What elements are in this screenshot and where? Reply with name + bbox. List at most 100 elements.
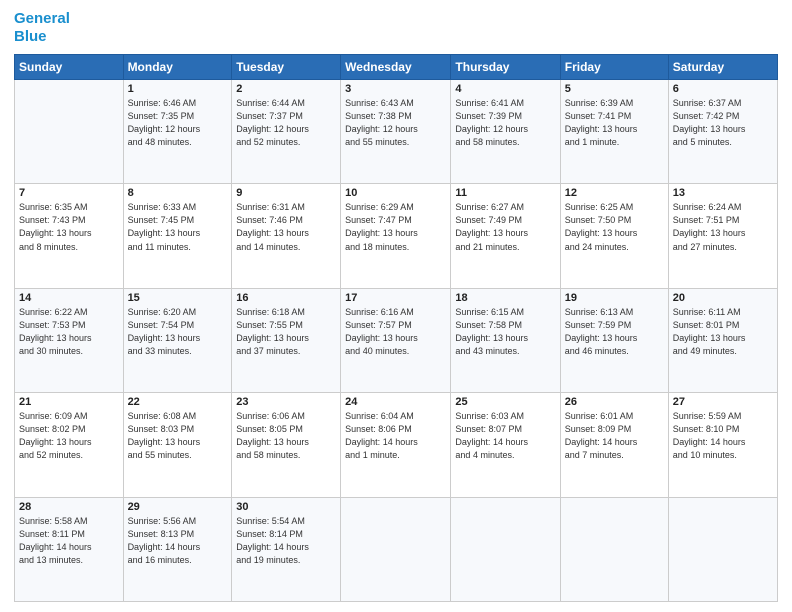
- day-info: Sunrise: 6:09 AMSunset: 8:02 PMDaylight:…: [19, 410, 119, 462]
- weekday-header-monday: Monday: [123, 55, 232, 80]
- day-number: 17: [345, 292, 446, 304]
- day-number: 25: [455, 396, 555, 408]
- weekday-header-saturday: Saturday: [668, 55, 777, 80]
- day-cell: 19 Sunrise: 6:13 AMSunset: 7:59 PMDayligh…: [560, 288, 668, 392]
- day-number: 27: [673, 396, 773, 408]
- day-number: 18: [455, 292, 555, 304]
- day-cell: 13 Sunrise: 6:24 AMSunset: 7:51 PMDayligh…: [668, 184, 777, 288]
- day-cell: 20Sunrise: 6:11 AMSunset: 8:01 PMDayligh…: [668, 288, 777, 392]
- day-info: Sunrise: 6:22 AMSunset: 7:53 PMDaylight:…: [19, 306, 119, 358]
- day-cell: 4Sunrise: 6:41 AMSunset: 7:39 PMDaylight…: [451, 80, 560, 184]
- day-number: 30: [236, 501, 336, 513]
- page: General Blue GeneralBlue SundayMondayTue…: [0, 0, 792, 612]
- weekday-header-row: SundayMondayTuesdayWednesdayThursdayFrid…: [15, 55, 778, 80]
- weekday-header-thursday: Thursday: [451, 55, 560, 80]
- day-info: Sunrise: 6:25 AMSunset: 7:50 PMDaylight:…: [565, 201, 664, 253]
- day-number: 14: [19, 292, 119, 304]
- day-number: 6: [673, 83, 773, 95]
- day-number: 28: [19, 501, 119, 513]
- week-row-1: 1 Sunrise: 6:46 AMSunset: 7:35 PMDaylight…: [15, 80, 778, 184]
- day-info: Sunrise: 6:18 AMSunset: 7:55 PMDaylight:…: [236, 306, 336, 358]
- header: General Blue GeneralBlue: [14, 10, 778, 46]
- day-cell: 22Sunrise: 6:08 AMSunset: 8:03 PMDayligh…: [123, 393, 232, 497]
- day-cell: [15, 80, 124, 184]
- day-info: Sunrise: 6:06 AMSunset: 8:05 PMDaylight:…: [236, 410, 336, 462]
- day-number: 10: [345, 187, 446, 199]
- day-number: 22: [128, 396, 228, 408]
- day-info: Sunrise: 6:39 AMSunset: 7:41 PMDaylight:…: [565, 97, 664, 149]
- week-row-3: 14 Sunrise: 6:22 AMSunset: 7:53 PMDayligh…: [15, 288, 778, 392]
- day-cell: 27 Sunrise: 5:59 AMSunset: 8:10 PMDayligh…: [668, 393, 777, 497]
- calendar-table: SundayMondayTuesdayWednesdayThursdayFrid…: [14, 54, 778, 602]
- day-cell: [451, 497, 560, 601]
- day-number: 13: [673, 187, 773, 199]
- day-cell: [341, 497, 451, 601]
- day-number: 8: [128, 187, 228, 199]
- day-cell: 1 Sunrise: 6:46 AMSunset: 7:35 PMDaylight…: [123, 80, 232, 184]
- day-cell: 7 Sunrise: 6:35 AMSunset: 7:43 PMDaylight…: [15, 184, 124, 288]
- day-number: 7: [19, 187, 119, 199]
- day-number: 24: [345, 396, 446, 408]
- day-number: 2: [236, 83, 336, 95]
- weekday-header-wednesday: Wednesday: [341, 55, 451, 80]
- day-number: 9: [236, 187, 336, 199]
- day-info: Sunrise: 6:35 AMSunset: 7:43 PMDaylight:…: [19, 201, 119, 253]
- day-cell: 8Sunrise: 6:33 AMSunset: 7:45 PMDaylight…: [123, 184, 232, 288]
- day-info: Sunrise: 5:54 AMSunset: 8:14 PMDaylight:…: [236, 515, 336, 567]
- day-info: Sunrise: 6:27 AMSunset: 7:49 PMDaylight:…: [455, 201, 555, 253]
- day-info: Sunrise: 6:04 AMSunset: 8:06 PMDaylight:…: [345, 410, 446, 462]
- day-cell: 29 Sunrise: 5:56 AMSunset: 8:13 PMDayligh…: [123, 497, 232, 601]
- day-cell: 12 Sunrise: 6:25 AMSunset: 7:50 PMDayligh…: [560, 184, 668, 288]
- day-cell: 26 Sunrise: 6:01 AMSunset: 8:09 PMDayligh…: [560, 393, 668, 497]
- day-info: Sunrise: 5:59 AMSunset: 8:10 PMDaylight:…: [673, 410, 773, 462]
- day-number: 29: [128, 501, 228, 513]
- day-cell: 3Sunrise: 6:43 AMSunset: 7:38 PMDaylight…: [341, 80, 451, 184]
- day-number: 5: [565, 83, 664, 95]
- day-number: 23: [236, 396, 336, 408]
- day-info: Sunrise: 6:29 AMSunset: 7:47 PMDaylight:…: [345, 201, 446, 253]
- day-info: Sunrise: 6:20 AMSunset: 7:54 PMDaylight:…: [128, 306, 228, 358]
- weekday-header-friday: Friday: [560, 55, 668, 80]
- day-cell: 16 Sunrise: 6:18 AMSunset: 7:55 PMDayligh…: [232, 288, 341, 392]
- day-number: 11: [455, 187, 555, 199]
- day-info: Sunrise: 6:46 AMSunset: 7:35 PMDaylight:…: [128, 97, 228, 149]
- day-info: Sunrise: 5:56 AMSunset: 8:13 PMDaylight:…: [128, 515, 228, 567]
- day-info: Sunrise: 6:15 AMSunset: 7:58 PMDaylight:…: [455, 306, 555, 358]
- day-cell: 21Sunrise: 6:09 AMSunset: 8:02 PMDayligh…: [15, 393, 124, 497]
- day-cell: 25 Sunrise: 6:03 AMSunset: 8:07 PMDayligh…: [451, 393, 560, 497]
- day-cell: 14 Sunrise: 6:22 AMSunset: 7:53 PMDayligh…: [15, 288, 124, 392]
- day-info: Sunrise: 6:24 AMSunset: 7:51 PMDaylight:…: [673, 201, 773, 253]
- day-number: 12: [565, 187, 664, 199]
- week-row-2: 7 Sunrise: 6:35 AMSunset: 7:43 PMDaylight…: [15, 184, 778, 288]
- day-cell: 5 Sunrise: 6:39 AMSunset: 7:41 PMDaylight…: [560, 80, 668, 184]
- day-info: Sunrise: 6:41 AMSunset: 7:39 PMDaylight:…: [455, 97, 555, 149]
- day-cell: 2Sunrise: 6:44 AMSunset: 7:37 PMDaylight…: [232, 80, 341, 184]
- day-info: Sunrise: 6:16 AMSunset: 7:57 PMDaylight:…: [345, 306, 446, 358]
- day-info: Sunrise: 6:13 AMSunset: 7:59 PMDaylight:…: [565, 306, 664, 358]
- week-row-4: 21Sunrise: 6:09 AMSunset: 8:02 PMDayligh…: [15, 393, 778, 497]
- day-info: Sunrise: 6:43 AMSunset: 7:38 PMDaylight:…: [345, 97, 446, 149]
- day-info: Sunrise: 6:37 AMSunset: 7:42 PMDaylight:…: [673, 97, 773, 149]
- day-info: Sunrise: 6:01 AMSunset: 8:09 PMDaylight:…: [565, 410, 664, 462]
- day-cell: 17 Sunrise: 6:16 AMSunset: 7:57 PMDayligh…: [341, 288, 451, 392]
- day-info: Sunrise: 6:31 AMSunset: 7:46 PMDaylight:…: [236, 201, 336, 253]
- day-info: Sunrise: 6:03 AMSunset: 8:07 PMDaylight:…: [455, 410, 555, 462]
- logo-text: GeneralBlue: [14, 10, 70, 46]
- day-number: 16: [236, 292, 336, 304]
- day-cell: 18 Sunrise: 6:15 AMSunset: 7:58 PMDayligh…: [451, 288, 560, 392]
- day-cell: 9 Sunrise: 6:31 AMSunset: 7:46 PMDaylight…: [232, 184, 341, 288]
- day-cell: 11 Sunrise: 6:27 AMSunset: 7:49 PMDayligh…: [451, 184, 560, 288]
- week-row-5: 28 Sunrise: 5:58 AMSunset: 8:11 PMDayligh…: [15, 497, 778, 601]
- day-cell: [668, 497, 777, 601]
- day-info: Sunrise: 5:58 AMSunset: 8:11 PMDaylight:…: [19, 515, 119, 567]
- day-number: 15: [128, 292, 228, 304]
- day-cell: 10 Sunrise: 6:29 AMSunset: 7:47 PMDayligh…: [341, 184, 451, 288]
- day-cell: 23 Sunrise: 6:06 AMSunset: 8:05 PMDayligh…: [232, 393, 341, 497]
- day-info: Sunrise: 6:11 AMSunset: 8:01 PMDaylight:…: [673, 306, 773, 358]
- day-number: 26: [565, 396, 664, 408]
- weekday-header-sunday: Sunday: [15, 55, 124, 80]
- day-number: 1: [128, 83, 228, 95]
- day-number: 19: [565, 292, 664, 304]
- logo: General Blue GeneralBlue: [14, 10, 70, 46]
- day-cell: 15 Sunrise: 6:20 AMSunset: 7:54 PMDayligh…: [123, 288, 232, 392]
